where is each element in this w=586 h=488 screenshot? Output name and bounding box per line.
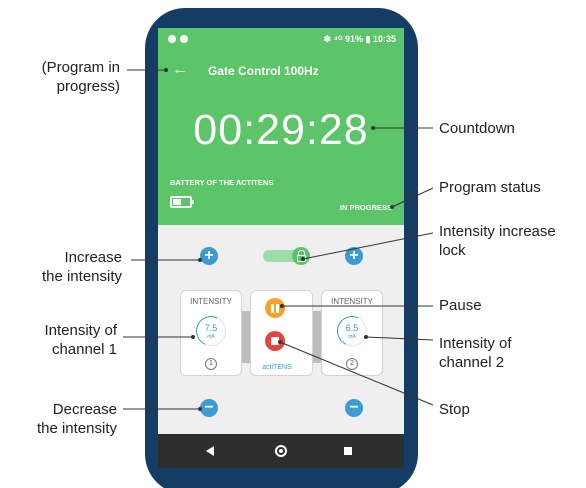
channel-1-number: 1 [205, 358, 217, 370]
annotation-increase: Increase the intensity [41, 249, 122, 285]
countdown-timer: 00:29:28 [193, 106, 369, 154]
channel-1-title: INTENSITY [190, 297, 232, 306]
panel-divider [313, 311, 321, 363]
nav-home-icon[interactable] [275, 445, 287, 457]
back-arrow-icon[interactable]: ← [172, 62, 188, 78]
annotation-channel-2: Intensity of channel 2 [439, 335, 512, 371]
decrease-intensity-channel-2-button[interactable]: − [345, 399, 363, 417]
battery-label: BATTERY OF THE ACTITENS [170, 178, 274, 187]
annotation-program-in-progress: (Program in progress) [41, 59, 120, 95]
panel-divider [242, 311, 250, 363]
nav-recent-apps-icon[interactable] [344, 447, 352, 455]
android-nav-bar [158, 434, 404, 468]
channel-2-value: 6.5 [345, 323, 359, 333]
status-bar: ✱ ⁴ᴳ 91% ▮ 10:35 [158, 28, 404, 50]
nav-back-icon[interactable] [206, 446, 214, 456]
channel-1-gauge: 7.5 mA [191, 311, 230, 350]
stop-icon [271, 337, 279, 345]
battery-icon [170, 196, 194, 208]
stop-button[interactable] [265, 331, 285, 351]
annotation-stop: Stop [439, 401, 470, 418]
channel-1-panel: INTENSITY 7.5 mA 1 [180, 290, 242, 376]
channel-2-number: 2 [346, 358, 358, 370]
minus-icon: − [349, 399, 359, 416]
program-status: IN PROGRESS [339, 203, 392, 212]
pause-button[interactable] [265, 298, 285, 318]
status-bar-info: ✱ ⁴ᴳ 91% ▮ 10:35 [323, 34, 397, 44]
plus-icon: + [349, 247, 359, 264]
plus-icon: + [204, 247, 214, 264]
program-title: Gate Control 100Hz [208, 64, 319, 78]
unlock-icon [296, 249, 306, 262]
notification-icon [168, 35, 176, 43]
increase-intensity-channel-2-button[interactable]: + [345, 247, 363, 265]
annotation-program-status: Program status [439, 179, 541, 196]
decrease-intensity-channel-1-button[interactable]: − [200, 399, 218, 417]
channel-2-title: INTENSITY [331, 297, 373, 306]
increase-intensity-channel-1-button[interactable]: + [200, 247, 218, 265]
annotation-countdown: Countdown [439, 120, 515, 137]
channel-2-panel: INTENSITY 6.5 mA 2 [321, 290, 383, 376]
brand-logo: actiTENS [262, 364, 292, 371]
notification-icon [180, 35, 188, 43]
channel-2-gauge: 6.5 mA [332, 311, 371, 350]
annotation-intensity-lock: Intensity increase lock [439, 223, 556, 259]
channel-1-unit: mA [207, 334, 215, 340]
annotation-pause: Pause [439, 297, 482, 314]
minus-icon: − [204, 399, 214, 416]
pause-icon [271, 303, 274, 313]
annotation-decrease: Decrease the intensity [36, 401, 117, 437]
app-screen: ✱ ⁴ᴳ 91% ▮ 10:35 ← Gate Control 100Hz 00… [158, 28, 404, 468]
annotation-channel-1: Intensity of channel 1 [44, 322, 117, 358]
channel-1-value: 7.5 [204, 323, 218, 333]
header-panel: ✱ ⁴ᴳ 91% ▮ 10:35 ← Gate Control 100Hz 00… [158, 28, 404, 225]
channel-2-unit: mA [348, 334, 356, 340]
intensity-lock-knob[interactable] [292, 247, 310, 265]
